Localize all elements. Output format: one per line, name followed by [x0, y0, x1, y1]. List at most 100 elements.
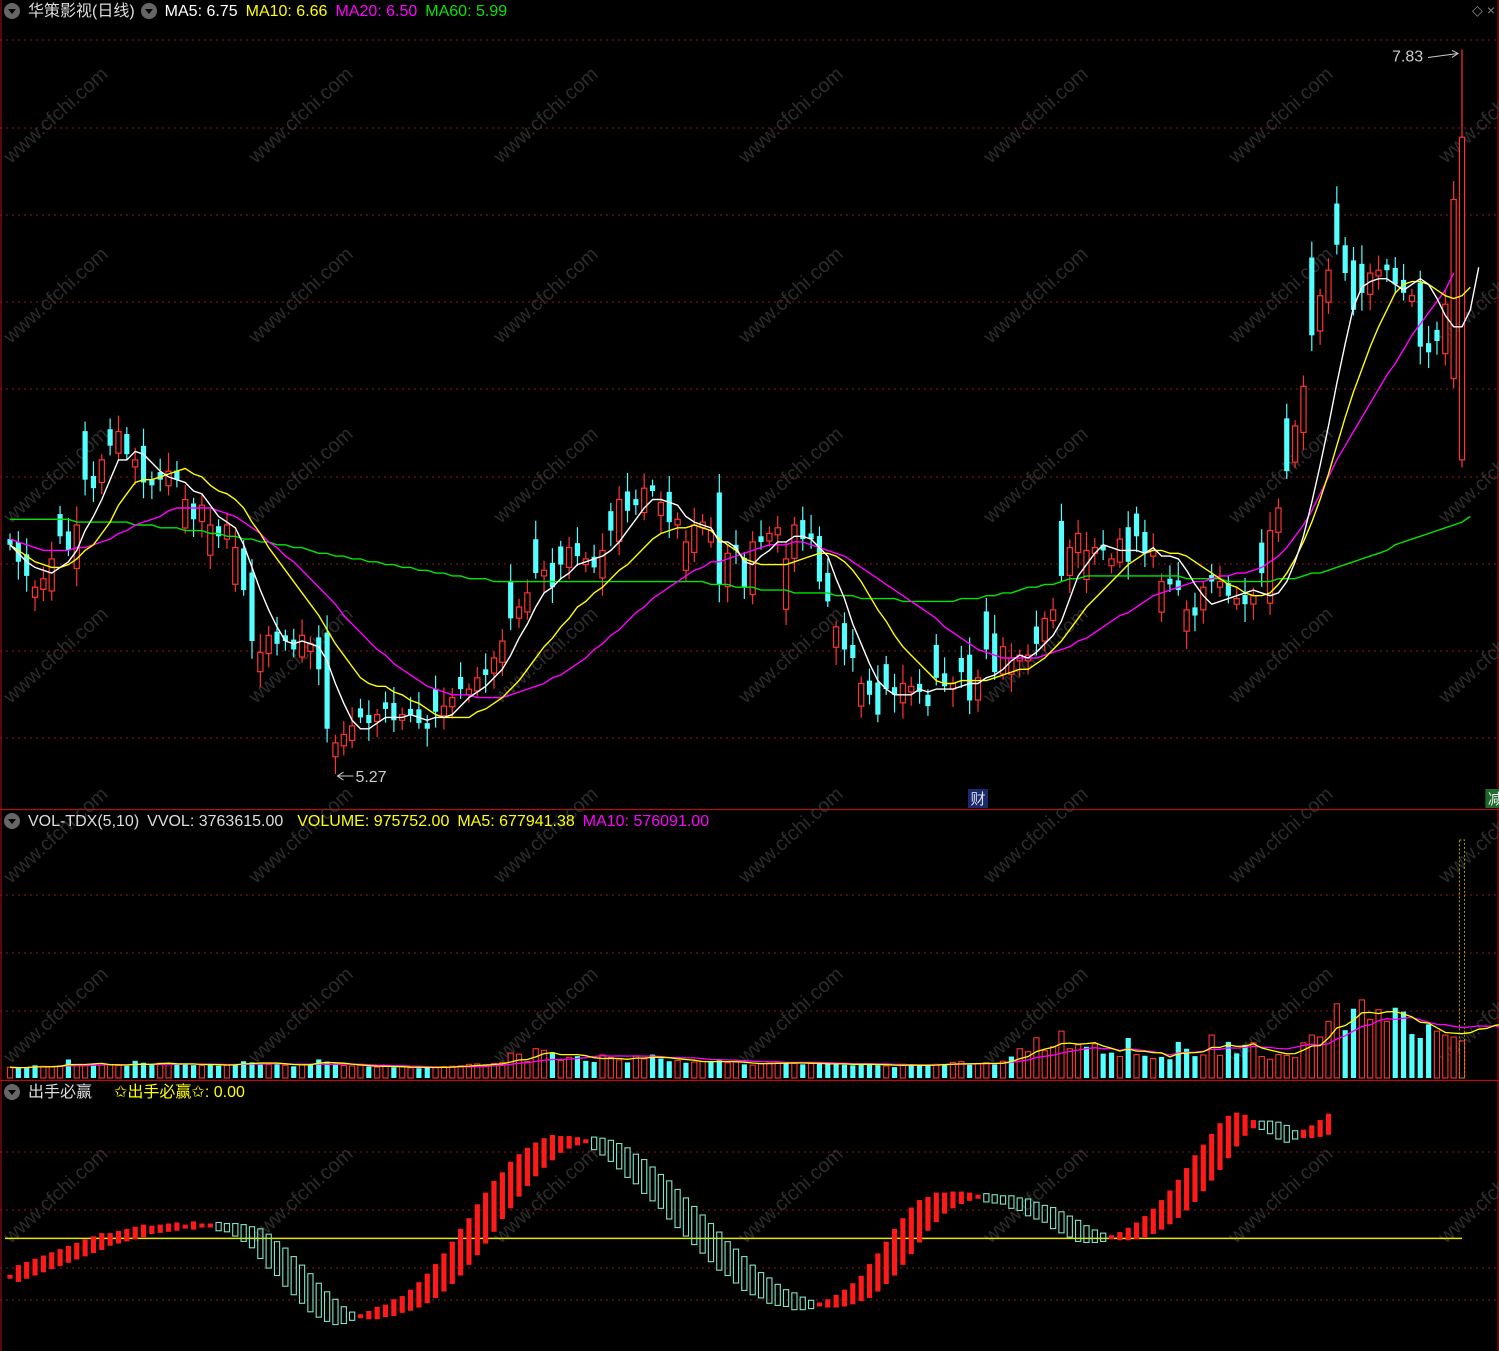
candle-body: [382, 702, 389, 709]
volume-bar: [591, 1061, 597, 1078]
volume-bar: [65, 1059, 72, 1078]
indicator-bar-up: [382, 1304, 389, 1318]
candle-body: [608, 511, 614, 531]
volume-bar: [15, 1067, 21, 1078]
indicator-name[interactable]: 出手必赢: [28, 1084, 92, 1101]
indicator-bar-up: [15, 1265, 21, 1282]
candle-body: [182, 498, 189, 529]
indicator-bar-up: [1133, 1222, 1140, 1240]
indicator-bar-up: [199, 1223, 205, 1228]
volume-bar: [891, 1067, 898, 1078]
dropdown-icon[interactable]: [4, 2, 20, 19]
volume-bar: [757, 1063, 765, 1079]
volume-bar: [883, 1065, 890, 1079]
candle-body: [657, 501, 665, 517]
volume-bar: [616, 1059, 623, 1079]
close-icon[interactable]: ×: [1487, 2, 1495, 18]
candle-body: [816, 536, 823, 582]
indicator-bar-up: [933, 1192, 939, 1223]
dropdown-icon[interactable]: [140, 2, 157, 19]
stock-title[interactable]: 华策影视(日线): [28, 3, 135, 20]
dropdown-icon[interactable]: [4, 1083, 20, 1100]
candle-body: [1167, 578, 1173, 585]
volume-bar: [416, 1068, 422, 1078]
volume-bar: [658, 1058, 664, 1078]
volume-bar: [916, 1064, 923, 1078]
volume-bar: [223, 1064, 231, 1079]
candle-body: [1058, 520, 1065, 576]
volume-bar: [850, 1065, 856, 1078]
candle-body: [149, 479, 155, 486]
indicator-bar-up: [558, 1136, 564, 1153]
indicator-bar-up: [207, 1223, 213, 1228]
candle-body: [1300, 385, 1307, 433]
volume-bar: [216, 1065, 222, 1078]
volume-bar: [440, 1066, 448, 1079]
candle-up: [749, 531, 756, 605]
indicator-bar-up: [190, 1221, 197, 1230]
volume-bar: [298, 1064, 306, 1079]
volume-bar: [407, 1067, 414, 1079]
indicator-bar-up: [132, 1226, 138, 1240]
candle-body: [533, 539, 539, 574]
indicator-bar-up: [149, 1225, 155, 1234]
indicator-bar-up: [483, 1192, 489, 1244]
volume-bar: [81, 1064, 89, 1079]
candle-body: [1242, 595, 1248, 605]
candle-body: [1066, 547, 1073, 576]
indicator-bar-up: [508, 1161, 514, 1209]
indicator-bar-up: [40, 1255, 46, 1273]
volume-bar: [1058, 1030, 1065, 1079]
candle-body: [340, 733, 347, 747]
volume-bar: [1400, 1011, 1407, 1078]
candle-body: [1175, 580, 1181, 591]
candle-body: [1142, 531, 1148, 554]
indicator-bar-up: [566, 1136, 572, 1149]
volume-bar: [875, 1065, 881, 1078]
indicator-bar-up: [1167, 1190, 1173, 1225]
volume-bar: [316, 1059, 322, 1078]
volume-bar: [1158, 1056, 1165, 1078]
volume-bar: [749, 1064, 756, 1079]
candle-body: [82, 431, 88, 480]
candle-body: [983, 611, 989, 650]
volume-bar: [90, 1064, 97, 1078]
indicator-bar-up: [866, 1264, 873, 1298]
candle-body: [316, 637, 322, 670]
volume-bar: [683, 1062, 689, 1078]
vol-indicator-name[interactable]: VOL-TDX(5,10): [28, 813, 139, 830]
candle-body: [633, 499, 639, 506]
diamond-icon[interactable]: ◇: [1472, 2, 1483, 18]
candle-body: [190, 503, 197, 520]
candle-body: [1158, 580, 1165, 613]
indicator-bar-up: [1184, 1168, 1190, 1211]
indicator-bar-up: [583, 1139, 589, 1144]
volume-bar: [382, 1065, 389, 1079]
candle-body: [223, 524, 231, 540]
indicator-bar-up: [833, 1295, 839, 1308]
candle-body: [1392, 267, 1398, 285]
volume-value: VOLUME: 975752.00: [297, 813, 450, 830]
candle-body: [207, 524, 214, 556]
indicator-bar-up: [967, 1192, 973, 1201]
volume-bar: [1426, 1024, 1432, 1078]
vvol-value: VVOL: 3763615.00: [147, 813, 284, 830]
volume-bar: [515, 1053, 523, 1079]
volume-bar: [1242, 1044, 1248, 1078]
volume-bar: [1308, 1034, 1315, 1079]
volume-bar: [190, 1065, 197, 1078]
volume-bar: [1258, 1055, 1265, 1079]
dropdown-icon[interactable]: [4, 812, 20, 829]
volume-bar: [6, 1066, 14, 1079]
candle-body: [850, 645, 856, 658]
candle-body: [57, 514, 63, 537]
indicator-bar-up: [524, 1147, 530, 1186]
volume-bar: [1192, 1056, 1198, 1078]
volume-bar: [833, 1064, 839, 1078]
volume-bar: [432, 1066, 439, 1079]
candle-body: [565, 547, 573, 568]
volume-bar: [1167, 1059, 1173, 1078]
volume-bar: [908, 1065, 914, 1078]
volume-bar: [1325, 1020, 1332, 1079]
indicator-legend: 出手必赢 ✩出手必赢✩: 0.00: [0, 1081, 253, 1105]
